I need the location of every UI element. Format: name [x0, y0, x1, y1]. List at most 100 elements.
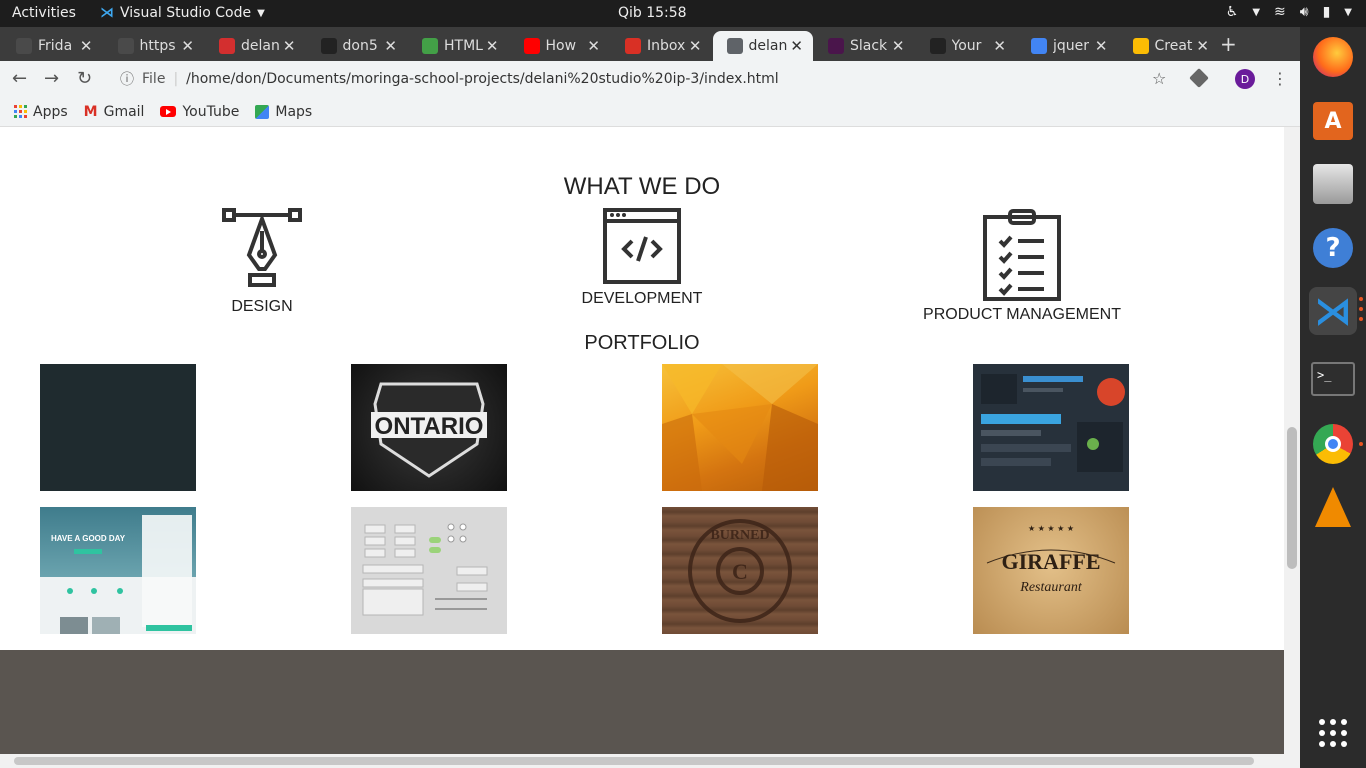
tab-close-icon[interactable]: ✕	[181, 37, 194, 55]
terminal-launcher[interactable]: >_	[1309, 355, 1357, 403]
app-menu-label: Visual Studio Code	[120, 5, 252, 21]
reload-icon[interactable]: ↻	[77, 68, 92, 89]
firefox-launcher[interactable]	[1309, 33, 1357, 81]
forward-icon[interactable]: →	[44, 68, 59, 89]
app-menu[interactable]: ⋊ Visual Studio Code ▼	[100, 5, 265, 21]
portfolio-item-burned-logo[interactable]: C BURNED	[662, 507, 818, 634]
service-label: DESIGN	[231, 298, 293, 315]
tab-close-icon[interactable]: ✕	[80, 37, 93, 55]
tab-close-icon[interactable]: ✕	[689, 37, 702, 55]
vlc-launcher[interactable]	[1309, 483, 1357, 531]
browser-tab[interactable]: Slack ✕	[814, 31, 915, 61]
chrome-launcher[interactable]	[1309, 420, 1357, 468]
browser-tab[interactable]: jquer ✕	[1017, 31, 1118, 61]
vscode-icon: ⋊	[1314, 289, 1352, 333]
files-launcher[interactable]	[1309, 160, 1357, 208]
bookmark-gmail[interactable]: M Gmail	[84, 104, 145, 120]
battery-icon[interactable]: ▮	[1323, 4, 1331, 20]
tab-close-icon[interactable]: ✕	[384, 37, 397, 55]
service-product-management: PRODUCT MANAGEMENT	[912, 207, 1132, 324]
running-indicator	[1359, 297, 1363, 301]
tab-close-icon[interactable]: ✕	[486, 37, 499, 55]
chevron-down-icon: ▼	[1252, 7, 1261, 18]
portfolio-item-ui-kit[interactable]	[351, 507, 507, 634]
browser-tab[interactable]: Your ✕	[916, 31, 1017, 61]
browser-tab[interactable]: How ✕	[510, 31, 611, 61]
bookmark-maps[interactable]: Maps	[255, 104, 312, 120]
browser-tab[interactable]: Frida ✕	[2, 31, 103, 61]
tab-close-icon[interactable]: ✕	[993, 37, 1006, 55]
software-center-launcher[interactable]: A	[1309, 97, 1357, 145]
help-launcher[interactable]: ?	[1309, 224, 1357, 272]
new-tab-button[interactable]: +	[1220, 32, 1237, 56]
horizontal-scroll-thumb[interactable]	[14, 757, 1254, 765]
divider: |	[173, 71, 179, 87]
chevron-down-icon: ▼	[257, 7, 265, 19]
tab-close-icon[interactable]: ✕	[587, 37, 600, 55]
footer-background	[0, 650, 1284, 754]
tab-favicon-icon	[219, 38, 235, 54]
horizontal-scrollbar[interactable]	[0, 754, 1300, 768]
wifi-icon[interactable]: ≋	[1274, 4, 1286, 20]
bookmark-youtube[interactable]: YouTube	[160, 104, 239, 120]
browser-tab[interactable]: delan ✕	[205, 31, 306, 61]
portfolio-item-have-a-good-day[interactable]: HAVE A GOOD DAY	[40, 507, 196, 634]
maps-icon	[255, 104, 270, 119]
tab-close-icon[interactable]: ✕	[790, 37, 803, 55]
portfolio-item-giraffe-restaurant[interactable]: GIRAFFE Restaurant ★ ★ ★ ★ ★	[973, 507, 1129, 634]
pen-tool-icon	[222, 208, 302, 287]
browser-tab[interactable]: https ✕	[104, 31, 205, 61]
tab-favicon-icon	[320, 38, 337, 54]
back-icon[interactable]: ←	[12, 68, 27, 89]
volume-icon[interactable]: 🔊︎	[1300, 4, 1309, 20]
bookmark-label: Gmail	[103, 103, 145, 120]
vertical-scrollbar[interactable]	[1284, 127, 1300, 754]
running-indicator	[1359, 307, 1363, 311]
portfolio-item-dark-dashboard[interactable]	[973, 364, 1129, 491]
portfolio-item-mighty-ontario[interactable]: ONTARIO	[351, 364, 507, 491]
profile-avatar[interactable]: D	[1235, 69, 1255, 89]
tab-title: don5	[342, 38, 378, 54]
vertical-scroll-thumb[interactable]	[1287, 427, 1297, 569]
ui-kit-mockup-icon	[362, 523, 488, 616]
service-label: DEVELOPMENT	[581, 290, 703, 307]
clock[interactable]: Qib 15:58	[618, 5, 687, 21]
portfolio-title: PORTFOLIO	[584, 332, 700, 354]
tab-close-icon[interactable]: ✕	[892, 37, 905, 55]
browser-tab[interactable]: don5 ✕	[307, 31, 408, 61]
browser-tab[interactable]: Creat ✕	[1119, 31, 1220, 61]
service-development: DEVELOPMENT	[572, 207, 712, 308]
browser-tab[interactable]: Inbox ✕	[611, 31, 712, 61]
url-text[interactable]: /home/don/Documents/moringa-school-proje…	[186, 71, 779, 87]
portfolio-item-orange-polygon[interactable]	[662, 364, 818, 491]
gmail-icon: M	[83, 103, 98, 120]
address-bar[interactable]: ⓘ File | /home/don/Documents/moringa-sch…	[110, 65, 1180, 93]
have-a-good-day-text: HAVE A GOOD DAY	[51, 534, 126, 543]
tab-close-icon[interactable]: ✕	[1095, 37, 1108, 55]
browser-tab[interactable]: HTML ✕	[408, 31, 509, 61]
bookmark-label: YouTube	[182, 103, 240, 120]
tab-close-icon[interactable]: ✕	[283, 37, 296, 55]
tab-favicon-icon	[929, 38, 946, 54]
portfolio-item-dark-slate[interactable]	[40, 364, 196, 491]
tab-title: Inbox	[647, 38, 686, 54]
svg-text:★ ★ ★ ★ ★: ★ ★ ★ ★ ★	[1028, 524, 1074, 533]
dashboard-mockup-icon	[981, 374, 1125, 472]
bookmark-star-icon[interactable]: ☆	[1152, 69, 1166, 88]
chrome-icon	[1313, 424, 1353, 464]
show-applications-button[interactable]	[1309, 709, 1357, 757]
menu-kebab-icon[interactable]: ⋮	[1272, 69, 1288, 88]
activities-button[interactable]: Activities	[12, 5, 76, 21]
info-icon[interactable]: ⓘ	[120, 69, 134, 89]
browser-tab[interactable]: delan ✕	[712, 31, 813, 61]
system-tray[interactable]: ♿ ▼ ≋ 🔊︎ ▮ ▼	[1226, 4, 1352, 20]
polygon-pattern-icon	[662, 364, 818, 491]
tab-close-icon[interactable]: ✕	[1196, 37, 1209, 55]
extension-icon[interactable]	[1189, 68, 1209, 88]
service-design: DESIGN	[202, 207, 322, 316]
accessibility-icon[interactable]: ♿	[1226, 4, 1239, 20]
vscode-launcher[interactable]: ⋊	[1309, 287, 1357, 335]
bookmark-apps[interactable]: Apps	[14, 104, 68, 120]
what-we-do-title: WHAT WE DO	[563, 173, 721, 200]
file-scheme-label: File	[142, 71, 166, 87]
